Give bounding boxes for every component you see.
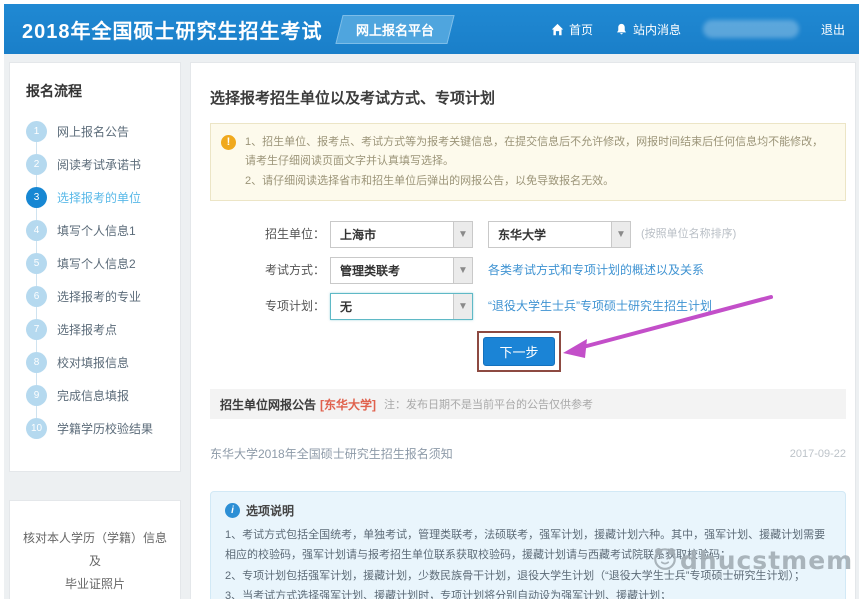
unit-select[interactable]: 东华大学 ▼ [488,221,631,248]
notice-box: ! 1、招生单位、报考点、考试方式等为报考关键信息，在提交信息后不允许修改，网报… [210,123,846,201]
options-line-2: 2、专项计划包括强军计划，援藏计划，少数民族骨干计划，退役大学生计划（“退役大学… [225,566,831,586]
nav-home[interactable]: 首页 [551,21,593,38]
step-number: 1 [26,121,47,142]
next-step-button[interactable]: 下一步 [483,337,555,366]
platform-badge: 网上报名平台 [335,15,454,44]
announcement-date: 2017-09-22 [790,448,846,460]
app-canvas: 2018年全国硕士研究生招生考试 网上报名平台 首页 站内消息 退出 [4,4,859,599]
chevron-down-icon: ▼ [453,258,472,283]
app-header: 2018年全国硕士研究生招生考试 网上报名平台 首页 站内消息 退出 [4,4,859,54]
chevron-down-icon: ▼ [453,294,472,319]
step-list: 1 网上报名公告 2 阅读考试承诺书 3 选择报考的单位 4 填写个人信息1 5 [26,115,180,445]
step-label: 选择报考点 [57,321,117,338]
app-title: 2018年全国硕士研究生招生考试 [22,15,323,44]
exam-method-select[interactable]: 管理类联考 ▼ [330,257,473,284]
exam-method-select-value: 管理类联考 [331,262,453,279]
unit-sort-note: (按照单位名称排序) [641,221,736,248]
announcement-section-title: 招生单位网报公告 [220,396,316,413]
step-item-6: 6 选择报考的专业 [26,280,180,313]
verify-text-line2: 毕业证照片 [20,573,170,596]
exam-method-help-link[interactable]: 各类考试方式和专项计划的概述以及关系 [488,257,704,284]
step-item-5: 5 填写个人信息2 [26,247,180,280]
options-explanation-box: i 选项说明 1、考试方式包括全国统考，单独考试，管理类联考，法硕联考，强军计划… [210,491,846,599]
sidebar: 报名流程 1 网上报名公告 2 阅读考试承诺书 3 选择报考的单位 4 填写个人… [9,62,181,599]
chevron-down-icon: ▼ [611,222,630,247]
logout-label: 退出 [821,21,845,38]
step-item-4: 4 填写个人信息1 [26,214,180,247]
step-label: 填写个人信息2 [57,255,136,272]
province-select-value: 上海市 [331,226,453,243]
step-label: 学籍学历校验结果 [57,420,153,437]
step-item-7: 7 选择报考点 [26,313,180,346]
step-number: 8 [26,352,47,373]
options-line-1: 1、考试方式包括全国统考，单独考试，管理类联考，法硕联考，强军计划，援藏计划六种… [225,525,831,566]
verify-text-line1: 核对本人学历（学籍）信息及 [20,527,170,573]
username-blurred [703,20,799,38]
logout-button[interactable]: 退出 [821,21,845,38]
step-number: 3 [26,187,47,208]
header-nav: 首页 站内消息 退出 [551,4,845,54]
options-box-header: i 选项说明 [225,502,831,519]
special-plan-select[interactable]: 无 ▼ [330,293,473,320]
home-icon [551,23,564,36]
exam-method-label: 考试方式： [243,257,325,284]
announcement-unit-tag: [东华大学] [320,396,376,413]
annotation-highlight-box: 下一步 [477,331,561,372]
special-plan-label: 专项计划： [243,293,325,320]
step-label: 完成信息填报 [57,387,129,404]
step-label: 选择报考的专业 [57,288,141,305]
step-item-9: 9 完成信息填报 [26,379,180,412]
province-select[interactable]: 上海市 ▼ [330,221,473,248]
form-row-special-plan: 专项计划： 无 ▼ “退役大学生士兵”专项硕士研究生招生计划 [191,293,855,320]
options-box-title: 选项说明 [246,502,294,519]
step-number: 6 [26,286,47,307]
verify-panel: 核对本人学历（学籍）信息及 毕业证照片 核对 [9,500,181,599]
step-label: 选择报考的单位 [57,189,141,206]
step-item-10: 10 学籍学历校验结果 [26,412,180,445]
registration-steps-panel: 报名流程 1 网上报名公告 2 阅读考试承诺书 3 选择报考的单位 4 填写个人… [9,62,181,472]
step-label: 阅读考试承诺书 [57,156,141,173]
step-number: 4 [26,220,47,241]
options-line-3: 3、当考试方式选择强军计划、援藏计划时，专项计划将分别自动设为强军计划、援藏计划… [225,586,831,599]
warning-icon: ! [221,135,236,150]
chevron-down-icon: ▼ [453,222,472,247]
announcement-note: 注：发布日期不是当前平台的公告仅供参考 [384,396,593,412]
step-number: 10 [26,418,47,439]
step-item-3-active: 3 选择报考的单位 [26,181,180,214]
nav-messages-label: 站内消息 [633,21,681,38]
step-item-8: 8 校对填报信息 [26,346,180,379]
platform-badge-label: 网上报名平台 [356,20,434,39]
form-row-unit: 招生单位： 上海市 ▼ 东华大学 ▼ (按照单位名称排序) [191,221,855,248]
step-item-2: 2 阅读考试承诺书 [26,148,180,181]
step-label: 校对填报信息 [57,354,129,371]
step-number: 5 [26,253,47,274]
page: 2018年全国硕士研究生招生考试 网上报名平台 首页 站内消息 退出 [0,0,863,599]
step-number: 9 [26,385,47,406]
special-plan-help-link[interactable]: “退役大学生士兵”专项硕士研究生招生计划 [488,293,712,320]
unit-label: 招生单位： [243,221,325,248]
page-title: 选择报考招生单位以及考试方式、专项计划 [210,87,495,108]
announcement-link[interactable]: 东华大学2018年全国硕士研究生招生报名须知 [210,445,453,462]
notice-line1: 1、招生单位、报考点、考试方式等为报考关键信息，在提交信息后不允许修改，网报时间… [245,133,833,172]
nav-messages[interactable]: 站内消息 [615,21,681,38]
notice-line2: 2、请仔细阅读选择省市和招生单位后弹出的网报公告，以免导致报名无效。 [245,172,833,191]
step-label: 填写个人信息1 [57,222,136,239]
step-item-1: 1 网上报名公告 [26,115,180,148]
bell-icon [615,23,628,36]
announcement-list-item: 东华大学2018年全国硕士研究生招生报名须知 2017-09-22 [210,445,846,462]
info-icon: i [225,503,240,518]
nav-home-label: 首页 [569,21,593,38]
sidebar-title: 报名流程 [26,81,180,101]
step-label: 网上报名公告 [57,123,129,140]
special-plan-select-value: 无 [331,298,453,315]
step-number: 2 [26,154,47,175]
form-row-exam-method: 考试方式： 管理类联考 ▼ 各类考试方式和专项计划的概述以及关系 [191,257,855,284]
verify-text: 核对本人学历（学籍）信息及 毕业证照片 [20,527,170,595]
main-panel: 选择报考招生单位以及考试方式、专项计划 ! 1、招生单位、报考点、考试方式等为报… [190,62,856,599]
unit-select-value: 东华大学 [489,226,611,243]
announcement-section-header: 招生单位网报公告 [东华大学] 注：发布日期不是当前平台的公告仅供参考 [210,389,846,419]
step-number: 7 [26,319,47,340]
